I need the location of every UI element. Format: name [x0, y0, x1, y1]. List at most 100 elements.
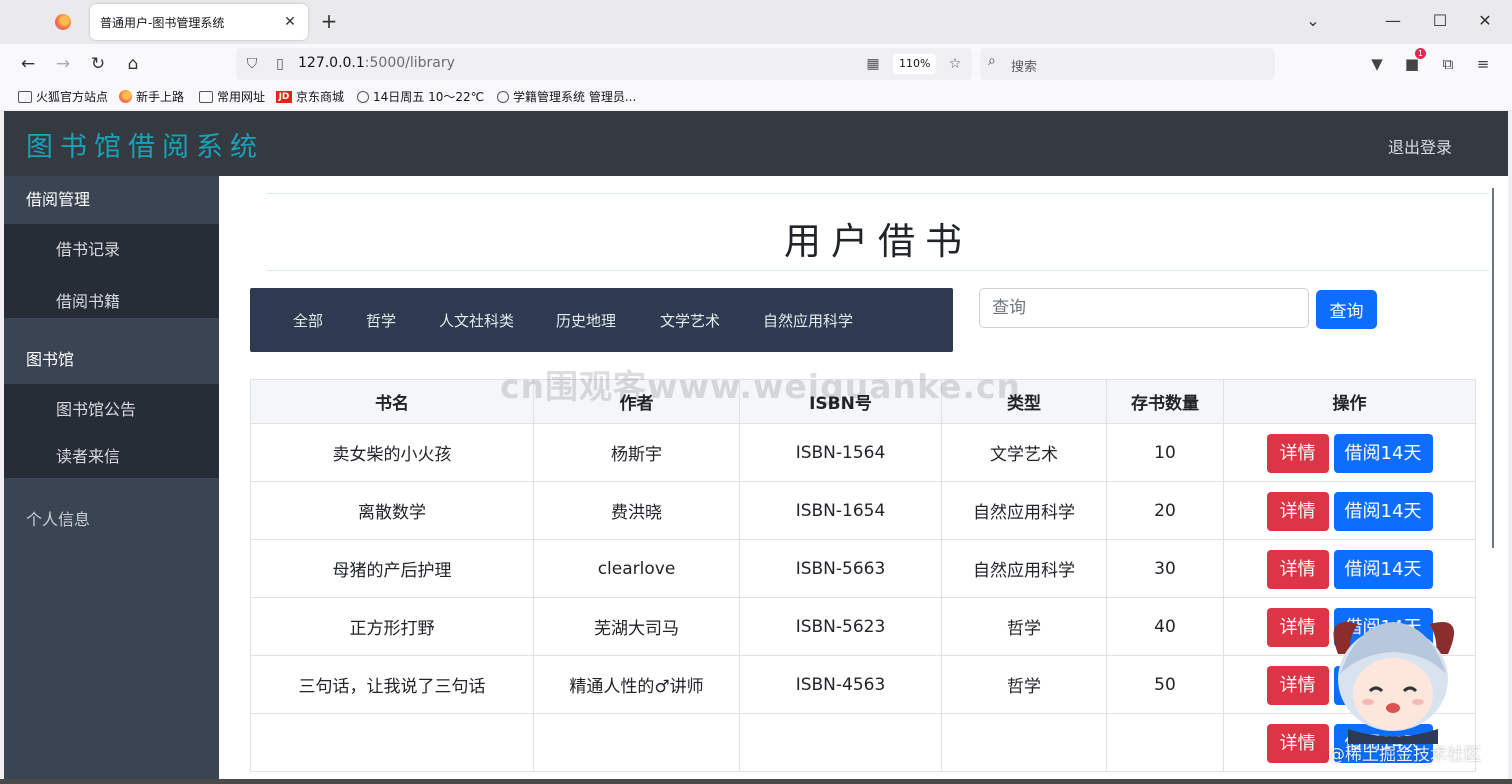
column-header-author: 作者: [533, 379, 740, 424]
book-author-cell: 精通人性的♂讲师: [533, 655, 740, 714]
borrow-button[interactable]: 借阅14天: [1333, 666, 1433, 705]
category-humanities[interactable]: 人文社科类: [439, 310, 514, 331]
url-text[interactable]: 127.0.0.1:5000/library: [298, 55, 455, 71]
logout-link[interactable]: 退出登录: [1388, 134, 1452, 158]
search-icon: ⌕: [988, 53, 996, 69]
menu-icon[interactable]: ≡: [1471, 52, 1495, 76]
minimize-icon[interactable]: —: [1378, 8, 1408, 34]
shield-icon[interactable]: ⛉: [240, 52, 264, 76]
book-author-cell: 杨斯宇: [533, 423, 740, 482]
bookmark-item[interactable]: 常用网址: [199, 88, 265, 105]
sidebar-item-library-notice[interactable]: 图书馆公告: [4, 384, 219, 436]
jd-icon: JD: [276, 90, 292, 103]
app-brand[interactable]: 图书馆借阅系统: [26, 125, 264, 164]
extensions-puzzle-icon[interactable]: ⧉: [1436, 52, 1460, 76]
book-type-cell: 自然应用科学: [941, 539, 1107, 598]
book-search-button[interactable]: 查询: [1316, 290, 1377, 329]
book-title-cell: 离散数学: [250, 481, 534, 540]
book-type-cell: [941, 713, 1107, 772]
reload-icon[interactable]: ↻: [86, 52, 110, 76]
sidebar-group-library[interactable]: 图书馆: [4, 336, 219, 384]
firefox-view-button[interactable]: [50, 10, 76, 34]
detail-button[interactable]: 详情: [1266, 434, 1329, 473]
category-nav: 全部 哲学 人文社科类 历史地理 文学艺术 自然应用科学: [250, 288, 953, 352]
column-header-stock: 存书数量: [1106, 379, 1224, 424]
borrow-button[interactable]: 借阅14天: [1333, 608, 1433, 647]
bookmark-item[interactable]: 火狐官方站点: [18, 88, 108, 105]
search-bar[interactable]: ⌕ 搜索: [980, 48, 1275, 80]
book-author-cell: clearlove: [533, 539, 740, 598]
address-bar[interactable]: ⛉ ▯ 127.0.0.1:5000/library ▦ 110% ☆: [236, 48, 972, 80]
sidebar-item-profile[interactable]: 个人信息: [4, 496, 219, 544]
column-header-type: 类型: [941, 379, 1107, 424]
browser-tab-active[interactable]: 普通用户-图书管理系统 ✕: [90, 4, 308, 40]
scrollbar[interactable]: [1492, 188, 1494, 548]
detail-button[interactable]: 详情: [1266, 608, 1329, 647]
book-stock-cell: 40: [1106, 597, 1224, 656]
borrow-button[interactable]: 借阅14天: [1333, 492, 1433, 531]
tab-title: 普通用户-图书管理系统: [100, 15, 225, 30]
book-search-input[interactable]: [979, 288, 1309, 328]
vpn-icon[interactable]: ▼: [1365, 52, 1389, 76]
qr-code-icon[interactable]: ▦: [861, 52, 885, 76]
category-philosophy[interactable]: 哲学: [366, 310, 396, 331]
book-type-cell: 文学艺术: [941, 423, 1107, 482]
globe-icon: [497, 90, 509, 103]
category-history-geography[interactable]: 历史地理: [556, 310, 616, 331]
book-stock-cell: [1106, 713, 1224, 772]
category-natural-science[interactable]: 自然应用科学: [763, 310, 853, 331]
back-arrow-icon[interactable]: ←: [16, 52, 40, 76]
book-isbn-cell: ISBN-5663: [739, 539, 942, 598]
close-window-icon[interactable]: ✕: [1470, 8, 1500, 34]
bookmark-label: 学籍管理系统 管理员...: [513, 90, 637, 104]
new-tab-button[interactable]: +: [318, 10, 340, 32]
browser-tab-bar: 普通用户-图书管理系统 ✕ + ⌄ — ☐ ✕: [0, 0, 1512, 44]
bookmark-item[interactable]: 新手上路: [119, 88, 184, 105]
bookmark-item[interactable]: 14日周五 10～22℃: [357, 88, 484, 105]
book-title-cell: 三句话，让我说了三句话: [250, 655, 534, 714]
table-row: 母猪的产后护理 clearlove ISBN-5663 自然应用科学 30 详情…: [250, 539, 1476, 598]
extension-icon[interactable]: ■ 1: [1400, 48, 1426, 76]
home-icon[interactable]: ⌂: [121, 52, 145, 76]
bookmark-label: 常用网址: [217, 90, 266, 104]
bookmark-label: 新手上路: [136, 90, 185, 104]
page-info-icon[interactable]: ▯: [268, 52, 292, 76]
sidebar-item-borrow-books[interactable]: 借阅书籍: [4, 276, 219, 318]
borrow-button[interactable]: 借阅14天: [1333, 550, 1433, 589]
firefox-icon: [55, 14, 71, 30]
detail-button[interactable]: 详情: [1266, 492, 1329, 531]
sidebar-group-borrow-management[interactable]: 借阅管理: [4, 176, 219, 224]
tab-close-icon[interactable]: ✕: [282, 14, 298, 30]
browser-navigation-bar: ← → ↻ ⌂ ⛉ ▯ 127.0.0.1:5000/library ▦ 110…: [0, 44, 1512, 84]
sidebar-item-borrow-records[interactable]: 借书记录: [4, 224, 219, 276]
sidebar: 借阅管理 借书记录 借阅书籍 图书馆 图书馆公告 读者来信 个人信息: [4, 176, 219, 779]
detail-button[interactable]: 详情: [1266, 724, 1329, 763]
zoom-level-badge[interactable]: 110%: [893, 54, 937, 74]
bookmark-item[interactable]: 学籍管理系统 管理员...: [497, 88, 636, 105]
borrow-button[interactable]: 借阅14天: [1333, 724, 1433, 763]
book-author-cell: 费洪晓: [533, 481, 740, 540]
books-table: 书名 作者 ISBN号 类型 存书数量 操作 卖女柴的小火孩 杨斯宇 ISBN-…: [250, 379, 1476, 772]
book-isbn-cell: ISBN-1654: [739, 481, 942, 540]
forward-arrow-icon[interactable]: →: [51, 52, 75, 76]
folder-icon: [18, 90, 32, 103]
table-row: 详情 借阅14天: [250, 713, 1476, 772]
category-all[interactable]: 全部: [293, 310, 323, 331]
bookmark-star-icon[interactable]: ☆: [943, 52, 967, 76]
page-title: 用户借书: [784, 220, 972, 263]
detail-button[interactable]: 详情: [1266, 550, 1329, 589]
table-row: 卖女柴的小火孩 杨斯宇 ISBN-1564 文学艺术 10 详情 借阅14天: [250, 423, 1476, 482]
borrow-button[interactable]: 借阅14天: [1333, 434, 1433, 473]
search-placeholder: 搜索: [1011, 60, 1038, 75]
folder-icon: [199, 90, 213, 103]
sidebar-item-reader-letters[interactable]: 读者来信: [4, 436, 219, 478]
book-actions-cell: 详情 借阅14天: [1223, 539, 1476, 598]
detail-button[interactable]: 详情: [1266, 666, 1329, 705]
bookmark-item[interactable]: JD 京东商城: [276, 88, 344, 105]
category-literature-art[interactable]: 文学艺术: [660, 310, 720, 331]
maximize-icon[interactable]: ☐: [1425, 8, 1455, 34]
tab-list-chevron-icon[interactable]: ⌄: [1298, 8, 1328, 34]
url-host: 127.0.0.1: [298, 55, 365, 71]
book-isbn-cell: ISBN-4563: [739, 655, 942, 714]
bookmarks-bar: 火狐官方站点 新手上路 常用网址 JD 京东商城 14日周五 10～22℃ 学籍…: [0, 84, 1512, 110]
